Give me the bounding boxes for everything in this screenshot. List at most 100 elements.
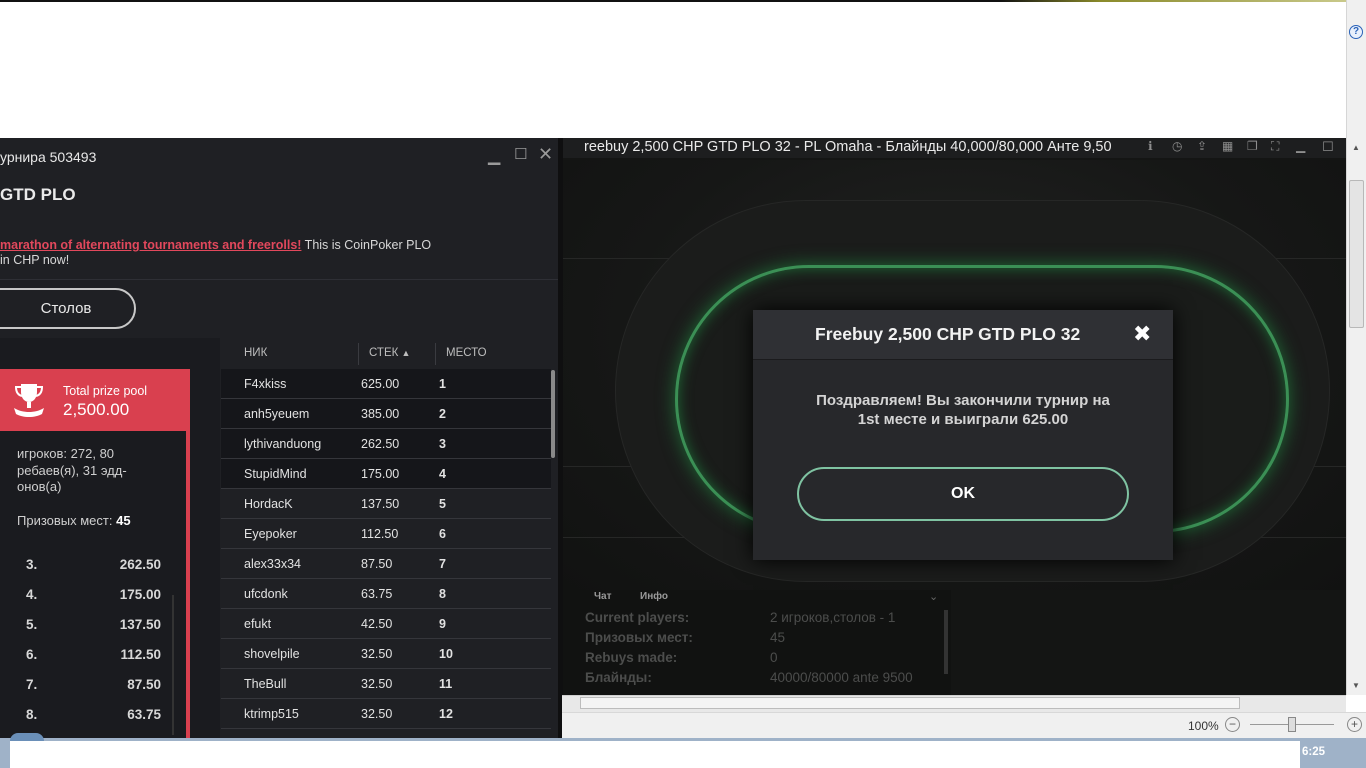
prize-pool-value: 2,500.00	[63, 400, 130, 419]
player-nick: Eyepoker	[244, 527, 297, 541]
table-row[interactable]: anh5yeuem 385.00 2	[221, 399, 551, 429]
payout-amount: 262.50	[119, 557, 161, 572]
prize-accent-border	[186, 431, 190, 738]
payout-row: 6. 112.50	[26, 647, 161, 677]
table-row[interactable]: efukt 42.50 9	[221, 609, 551, 639]
info-scrollbar[interactable]	[944, 610, 948, 674]
zoom-slider-thumb[interactable]	[1288, 717, 1296, 732]
horizontal-scrollbar-thumb[interactable]	[580, 697, 1240, 709]
player-nick: anh5yeuem	[244, 407, 310, 421]
close-icon[interactable]: ✖	[1133, 321, 1151, 347]
table-row[interactable]: ufcdonk 63.75 8	[221, 579, 551, 609]
minimize-icon[interactable]: ▁	[488, 146, 500, 166]
start-button[interactable]	[10, 733, 44, 741]
scroll-down-icon[interactable]: ▼	[1347, 678, 1365, 694]
top-edge-strip	[0, 0, 1346, 2]
payout-amount: 87.50	[127, 677, 161, 692]
prize-places-label: Призовых мест:	[17, 513, 113, 528]
tab-chat[interactable]: Чат	[594, 591, 612, 602]
player-place: 11	[439, 677, 453, 691]
description-link[interactable]: marathon of alternating tournaments and …	[0, 238, 301, 252]
player-place: 12	[439, 707, 453, 721]
player-stack: 32.50	[361, 677, 393, 691]
table-row[interactable]: TheBull 32.50 11	[221, 669, 551, 699]
chevron-down-icon[interactable]: ⌄	[929, 590, 938, 603]
table-row[interactable]: HordacK 137.50 5	[221, 489, 551, 519]
column-header-stack[interactable]: СТЕК ▲	[369, 347, 410, 359]
player-place: 1	[439, 377, 446, 391]
table-row[interactable]: Eyepoker 112.50 6	[221, 519, 551, 549]
zoom-out-icon[interactable]: −	[1225, 717, 1240, 732]
lobby-window-title: урнира 503493	[0, 149, 97, 165]
fullscreen-icon[interactable]: ⛶	[1271, 139, 1279, 154]
clock: 6:25	[1302, 746, 1326, 758]
vertical-scrollbar[interactable]	[1346, 0, 1366, 695]
table-row[interactable]: StupidMind 175.00 4	[221, 459, 551, 489]
info-value: 45	[770, 630, 786, 645]
close-window-icon[interactable]: ✕	[538, 144, 553, 165]
payout-scrollbar[interactable]	[172, 595, 174, 735]
player-place: 7	[439, 557, 446, 571]
player-nick: ufcdonk	[244, 587, 288, 601]
scrollbar-thumb[interactable]	[1349, 180, 1364, 328]
table-row[interactable]: alex33x34 87.50 7	[221, 549, 551, 579]
table-minimize-icon[interactable]: ▁	[1296, 139, 1305, 153]
ok-button[interactable]: OK	[797, 467, 1129, 521]
status-bar	[562, 712, 1366, 738]
payout-place: 5.	[26, 617, 38, 632]
players-info: игроков: 272, 80 ребаев(я), 31 эдд-онов(…	[17, 446, 127, 494]
history-icon[interactable]: ◷	[1172, 139, 1182, 153]
player-stack: 137.50	[361, 497, 400, 511]
table-maximize-icon[interactable]: ☐	[1322, 139, 1334, 155]
tables-button[interactable]: Столов	[0, 288, 136, 329]
payout-row: 5. 137.50	[26, 617, 161, 647]
column-header-place[interactable]: МЕСТО	[446, 347, 487, 359]
info-label: Rebuys made:	[585, 650, 678, 665]
player-place: 6	[439, 527, 446, 541]
tiles-icon[interactable]: ▦	[1222, 139, 1233, 153]
table-row[interactable]: F4xkiss 625.00 1	[221, 369, 551, 399]
table-row[interactable]: shovelpile 32.50 10	[221, 639, 551, 669]
export-icon[interactable]: ⇪	[1197, 139, 1207, 153]
info-value: 2 игроков,столов - 1	[770, 610, 896, 625]
dialog-title: Freebuy 2,500 CHP GTD PLO 32	[815, 324, 1081, 344]
player-place: 8	[439, 587, 446, 601]
player-nick: TheBull	[244, 677, 287, 691]
prize-places: Призовых мест: 45	[17, 513, 131, 528]
info-icon[interactable]: ℹ	[1148, 139, 1153, 153]
player-stack: 112.50	[361, 527, 399, 541]
payout-row: 8. 63.75	[26, 707, 161, 737]
column-header-stack-label: СТЕК	[369, 347, 399, 359]
info-label: Current players:	[585, 610, 690, 625]
player-place: 4	[439, 467, 446, 481]
player-stack: 42.50	[361, 617, 393, 631]
tab-info[interactable]: Инфо	[640, 591, 668, 602]
zoom-in-icon[interactable]: +	[1347, 717, 1362, 732]
info-label: Блайнды:	[585, 670, 652, 685]
payout-amount: 137.50	[119, 617, 161, 632]
table-row[interactable]: lythivanduong 262.50 3	[221, 429, 551, 459]
player-stack: 87.50	[361, 557, 393, 571]
player-stack: 63.75	[361, 587, 393, 601]
cascade-icon[interactable]: ❐	[1247, 139, 1258, 153]
table-row[interactable]: ktrimp515 32.50 12	[221, 699, 551, 729]
player-list-scrollbar[interactable]	[551, 370, 555, 458]
column-separator	[435, 343, 436, 365]
help-icon[interactable]: ?	[1349, 25, 1363, 39]
player-stack: 262.50	[361, 437, 400, 451]
player-stack: 175.00	[361, 467, 400, 481]
player-nick: lythivanduong	[244, 437, 322, 451]
payout-row: 3. 262.50	[26, 557, 161, 587]
browser-content-blank	[0, 0, 1346, 138]
player-place: 3	[439, 437, 446, 451]
dialog-message-line-1: Поздравляем! Вы закончили турнир на	[816, 392, 1110, 409]
prize-pool-label: Total prize pool	[63, 384, 148, 398]
player-nick: StupidMind	[244, 467, 307, 481]
player-nick: alex33x34	[244, 557, 301, 571]
maximize-icon[interactable]: ☐	[514, 145, 527, 163]
column-header-nick[interactable]: НИК	[244, 347, 267, 359]
table-title: reebuy 2,500 CHP GTD PLO 32 - PL Omaha -…	[584, 139, 1112, 155]
payout-amount: 63.75	[127, 707, 161, 722]
player-stack: 385.00	[361, 407, 400, 421]
scroll-up-icon[interactable]: ▲	[1347, 140, 1365, 156]
